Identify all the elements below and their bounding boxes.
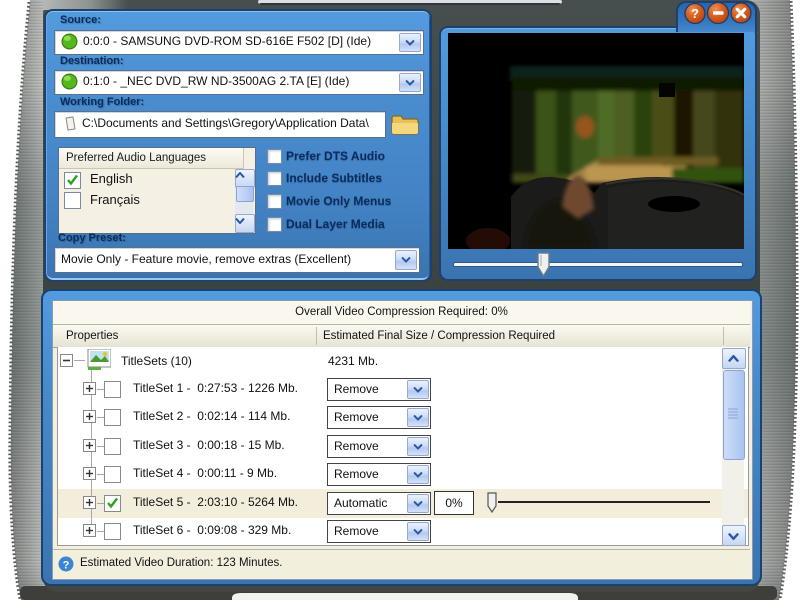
svg-text:?: ? bbox=[691, 6, 699, 21]
svg-text:?: ? bbox=[63, 560, 70, 572]
